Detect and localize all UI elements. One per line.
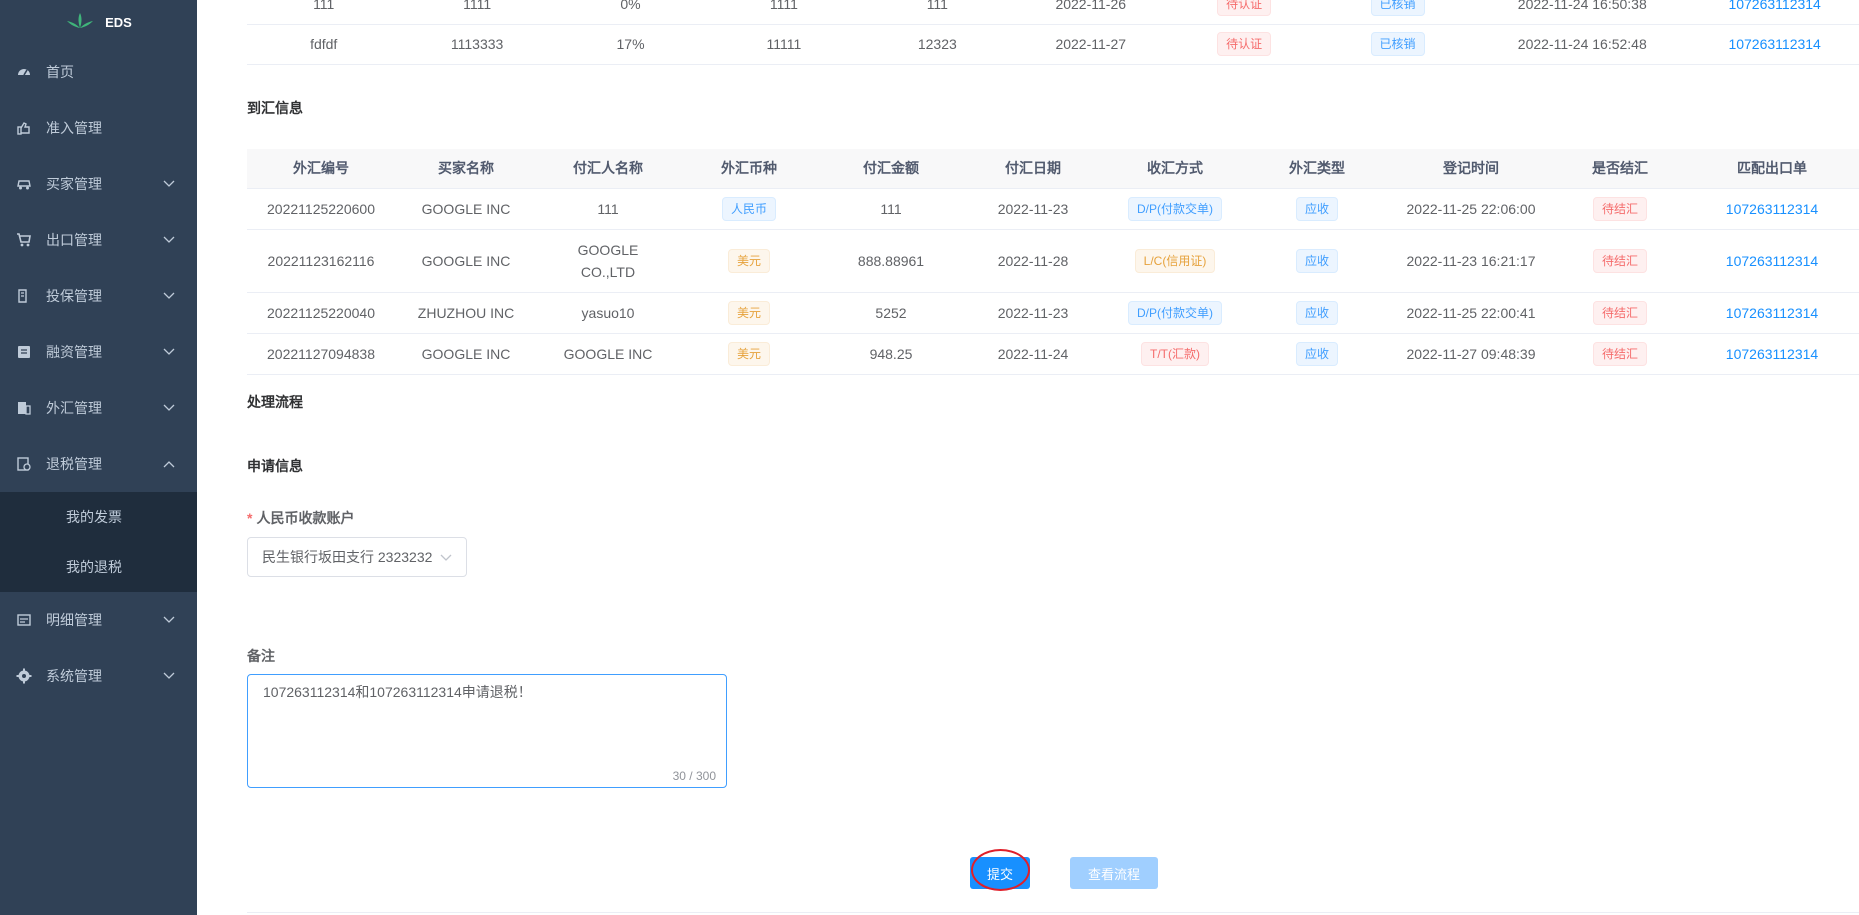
divider: [247, 912, 1859, 913]
sidebar-subitem-my-refunds[interactable]: 我的退税: [0, 542, 197, 592]
receipt-icon: [16, 400, 32, 416]
chevron-down-icon: [163, 616, 175, 623]
type-badge: 应收: [1295, 248, 1338, 273]
logo-icon: [65, 12, 95, 33]
chevron-down-icon: [163, 180, 175, 187]
settle-badge: 待结汇: [1592, 300, 1647, 325]
col-header: 买家名称: [395, 149, 537, 189]
chevron-down-icon: [163, 404, 175, 411]
document-icon: [16, 344, 32, 360]
table-row: 20221125220040 ZHUZHOU INC yasuo10 美元 52…: [247, 292, 1859, 334]
export-order-link[interactable]: 107263112314: [1728, 36, 1820, 52]
char-counter: 30 / 300: [672, 769, 716, 783]
process-section-title: 处理流程: [247, 394, 303, 410]
table-row: fdfdf 1113333 17% 11111 12323 2022-11-27…: [247, 24, 1859, 65]
col-header: 登记时间: [1387, 149, 1555, 189]
sidebar-item-details[interactable]: 明细管理: [0, 592, 197, 648]
currency-badge: 美元: [727, 248, 770, 273]
remark-textarea[interactable]: 107263112314和107263112314申请退税！ 30 / 300: [247, 674, 727, 788]
remark-text: 107263112314和107263112314申请退税！: [263, 684, 532, 700]
chevron-down-icon: [163, 292, 175, 299]
car-icon: [16, 176, 32, 192]
col-header: 是否结汇: [1555, 149, 1685, 189]
export-order-link[interactable]: 107263112314: [1726, 346, 1818, 362]
type-badge: 应收: [1295, 341, 1338, 366]
dashboard-icon: [16, 64, 32, 80]
currency-badge: 人民币: [721, 196, 776, 221]
currency-badge: 美元: [727, 300, 770, 325]
method-badge: D/P(付款交单): [1128, 196, 1222, 221]
sidebar-item-forex[interactable]: 外汇管理: [0, 380, 197, 436]
col-header: 收汇方式: [1103, 149, 1247, 189]
sidebar-subitem-my-invoices[interactable]: 我的发票: [0, 492, 197, 542]
invoice-table: 111 1111 0% 1111 111 2022-11-26 待认证 已核销 …: [247, 0, 1859, 65]
export-order-link[interactable]: 107263112314: [1728, 0, 1820, 12]
col-header: 付汇金额: [819, 149, 963, 189]
sidebar-item-financing[interactable]: 融资管理: [0, 324, 197, 380]
type-badge: 应收: [1295, 196, 1338, 221]
type-badge: 应收: [1295, 300, 1338, 325]
col-header: 付汇人名称: [537, 149, 679, 189]
method-badge: L/C(信用证): [1134, 248, 1216, 273]
required-asterisk: *: [247, 510, 253, 526]
col-header: 匹配出口单: [1685, 149, 1859, 189]
verify-badge: 已核销: [1370, 32, 1425, 56]
sidebar-item-admission[interactable]: 准入管理: [0, 100, 197, 156]
sidebar-item-export[interactable]: 出口管理: [0, 212, 197, 268]
col-header: 外汇类型: [1247, 149, 1387, 189]
settle-badge: 待结汇: [1592, 196, 1647, 221]
table-row: 111 1111 0% 1111 111 2022-11-26 待认证 已核销 …: [247, 0, 1859, 25]
gear-icon: [16, 668, 32, 684]
verify-badge: 已核销: [1370, 0, 1425, 16]
apply-section-title: 申请信息: [247, 458, 303, 474]
tax-icon: [16, 456, 32, 472]
sidebar-menu: 首页 准入管理 买家管理 出口管理 投保管理 融资管理 外汇管理 退税管理 我的…: [0, 44, 197, 704]
export-order-link[interactable]: 107263112314: [1726, 201, 1818, 217]
table-row: 20221123162116 GOOGLE INC GOOGLE CO.,LTD…: [247, 229, 1859, 293]
col-header: 外汇币种: [679, 149, 819, 189]
list-icon: [16, 612, 32, 628]
chevron-down-icon: [440, 554, 452, 561]
method-badge: D/P(付款交单): [1128, 300, 1222, 325]
table-row: 20221127094838 GOOGLE INC GOOGLE INC 美元 …: [247, 333, 1859, 375]
chevron-down-icon: [163, 236, 175, 243]
account-field-label: * 人民币收款账户: [247, 510, 355, 526]
table-header-row: 外汇编号 买家名称 付汇人名称 外汇币种 付汇金额 付汇日期 收汇方式 外汇类型…: [247, 149, 1859, 189]
account-select[interactable]: 民生银行坂田支行 2323232: [247, 537, 467, 577]
brand[interactable]: EDS: [0, 0, 197, 44]
settle-badge: 待结汇: [1592, 341, 1647, 366]
cart-icon: [16, 232, 32, 248]
brand-name: EDS: [105, 14, 132, 30]
edit-icon: [16, 288, 32, 304]
status-badge: 待认证: [1217, 0, 1272, 16]
view-flow-button[interactable]: 查看流程: [1070, 857, 1158, 889]
main-content: 111 1111 0% 1111 111 2022-11-26 待认证 已核销 …: [197, 0, 1859, 915]
sidebar-item-system[interactable]: 系统管理: [0, 648, 197, 704]
chevron-up-icon: [163, 461, 175, 468]
tax-refund-submenu: 我的发票 我的退税: [0, 492, 197, 592]
remit-section-title: 到汇信息: [247, 100, 303, 116]
chevron-down-icon: [163, 348, 175, 355]
remit-table: 外汇编号 买家名称 付汇人名称 外汇币种 付汇金额 付汇日期 收汇方式 外汇类型…: [247, 149, 1859, 375]
export-order-link[interactable]: 107263112314: [1726, 305, 1818, 321]
method-badge: T/T(汇款): [1141, 341, 1209, 366]
account-select-value: 民生银行坂田支行 2323232: [262, 549, 433, 565]
hand-icon: [16, 120, 32, 136]
col-header: 付汇日期: [963, 149, 1103, 189]
sidebar-item-buyers[interactable]: 买家管理: [0, 156, 197, 212]
sidebar: EDS 首页 准入管理 买家管理 出口管理 投保管理 融资管理 外汇管理 退税管…: [0, 0, 197, 915]
table-row: 20221125220600 GOOGLE INC 111 人民币 111 20…: [247, 188, 1859, 230]
sidebar-item-insurance[interactable]: 投保管理: [0, 268, 197, 324]
remark-field-label: 备注: [247, 648, 275, 664]
sidebar-item-tax-refund[interactable]: 退税管理: [0, 436, 197, 492]
chevron-down-icon: [163, 672, 175, 679]
highlight-circle: [971, 849, 1030, 891]
settle-badge: 待结汇: [1592, 248, 1647, 273]
col-header: 外汇编号: [247, 149, 395, 189]
status-badge: 待认证: [1217, 32, 1272, 56]
export-order-link[interactable]: 107263112314: [1726, 253, 1818, 269]
currency-badge: 美元: [727, 341, 770, 366]
sidebar-item-home[interactable]: 首页: [0, 44, 197, 100]
